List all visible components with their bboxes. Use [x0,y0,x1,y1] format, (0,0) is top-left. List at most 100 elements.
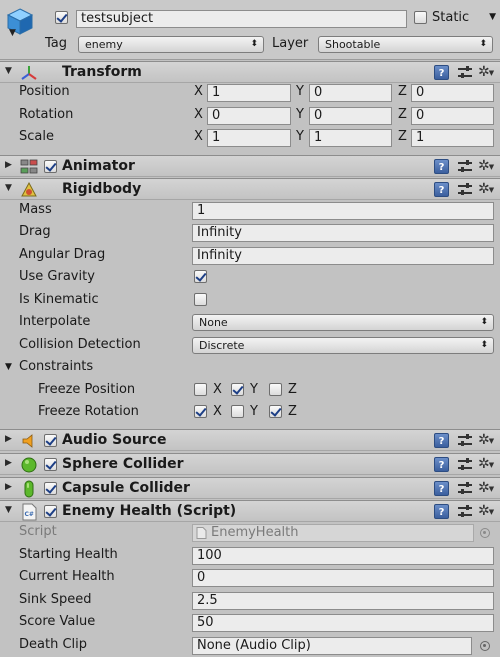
use-gravity-checkbox[interactable] [194,270,207,283]
transform-header[interactable]: ▼ Transform ? ✲▼ [0,61,500,83]
preset-sliders-icon[interactable] [458,182,472,197]
starting-health-field[interactable]: 100 [192,547,494,565]
position-y-field[interactable]: 0 [309,84,392,102]
axis-x-label: X [194,107,203,122]
freeze-position-label: Freeze Position [38,382,136,397]
object-picker-icon[interactable] [480,641,490,651]
freeze-position-x-checkbox[interactable] [194,383,207,396]
axis-x-label: X [213,382,222,397]
gear-icon[interactable]: ✲▼ [478,180,495,200]
layer-label: Layer [272,36,309,51]
transform-axes-icon [21,66,37,80]
foldout-closed-icon[interactable]: ▶ [5,482,12,492]
axis-x-label: X [194,84,203,99]
gear-icon[interactable]: ✲▼ [478,502,495,522]
help-book-icon[interactable]: ? [434,182,449,197]
enemy-health-enabled-checkbox[interactable] [44,505,57,518]
is-kinematic-checkbox[interactable] [194,293,207,306]
preset-sliders-icon[interactable] [458,457,472,472]
foldout-open-icon[interactable]: ▼ [5,505,12,515]
gear-icon[interactable]: ✲▼ [478,455,495,475]
capsule-collider-enabled-checkbox[interactable] [44,482,57,495]
active-checkbox[interactable] [55,11,68,24]
gear-icon[interactable]: ✲▼ [478,479,495,499]
sphere-collider-enabled-checkbox[interactable] [44,458,57,471]
audio-source-enabled-checkbox[interactable] [44,434,57,447]
foldout-open-icon[interactable]: ▼ [5,183,12,193]
object-picker-icon [480,528,490,538]
freeze-position-y-checkbox[interactable] [231,383,244,396]
sphere-collider-header[interactable]: ▶ Sphere Collider ? ✲▼ [0,453,500,475]
help-book-icon[interactable]: ? [434,65,449,80]
foldout-closed-icon[interactable]: ▶ [5,458,12,468]
sphere-collider-icon [21,457,37,473]
component-title: Transform [62,64,142,80]
help-book-icon[interactable]: ? [434,433,449,448]
interpolate-label: Interpolate [19,314,91,329]
score-value-label: Score Value [19,614,96,629]
static-dropdown[interactable]: ▼ [482,10,498,27]
help-book-icon[interactable]: ? [434,481,449,496]
component-title: Capsule Collider [62,480,190,496]
preset-sliders-icon[interactable] [458,433,472,448]
animator-header[interactable]: ▶ Animator ? ✲▼ [0,155,500,177]
gear-icon[interactable]: ✲▼ [478,157,495,177]
collision-detection-value: Discrete [199,339,245,352]
audio-source-header[interactable]: ▶ Audio Source ? ✲▼ [0,429,500,451]
help-book-icon[interactable]: ? [434,457,449,472]
collision-detection-dropdown[interactable]: Discrete ⬍ [192,337,494,354]
tag-label: Tag [45,36,68,51]
object-header: ▼ testsubject Static ▼ Tag enemy ⬍ Layer … [0,0,500,60]
gear-icon[interactable]: ✲▼ [478,431,495,451]
rotation-x-field[interactable]: 0 [207,107,291,125]
tag-dropdown[interactable]: enemy ⬍ [78,36,264,53]
preset-sliders-icon[interactable] [458,65,472,80]
scale-y-field[interactable]: 1 [309,129,392,147]
sink-speed-field[interactable]: 2.5 [192,592,494,610]
drag-label: Drag [19,224,51,239]
animator-enabled-checkbox[interactable] [44,160,57,173]
freeze-position-z-checkbox[interactable] [269,383,282,396]
help-book-icon[interactable]: ? [434,504,449,519]
layer-dropdown[interactable]: Shootable ⬍ [318,36,493,53]
preset-sliders-icon[interactable] [458,481,472,496]
drag-field[interactable]: Infinity [192,224,494,242]
score-value-field[interactable]: 50 [192,614,494,632]
capsule-collider-header[interactable]: ▶ Capsule Collider ? ✲▼ [0,477,500,499]
axis-x-label: X [213,404,222,419]
static-label: Static [432,10,470,25]
mass-field[interactable]: 1 [192,202,494,220]
gear-icon[interactable]: ✲▼ [478,63,495,83]
rotation-y-field[interactable]: 0 [309,107,392,125]
help-book-icon[interactable]: ? [434,159,449,174]
sink-speed-label: Sink Speed [19,592,92,607]
foldout-closed-icon[interactable]: ▶ [5,434,12,444]
enemy-health-header[interactable]: ▼ C# Enemy Health (Script) ? ✲▼ [0,500,500,522]
icon-dropdown-arrow-icon[interactable]: ▼ [9,28,16,38]
rigidbody-header[interactable]: ▼ Rigidbody ? ✲▼ [0,178,500,200]
position-z-field[interactable]: 0 [411,84,494,102]
angular-drag-field[interactable]: Infinity [192,247,494,265]
preset-sliders-icon[interactable] [458,159,472,174]
preset-sliders-icon[interactable] [458,504,472,519]
scale-z-field[interactable]: 1 [411,129,494,147]
position-x-field[interactable]: 1 [207,84,291,102]
freeze-rotation-label: Freeze Rotation [38,404,139,419]
foldout-closed-icon[interactable]: ▶ [5,160,12,170]
capsule-collider-icon [24,480,34,498]
rotation-z-field[interactable]: 0 [411,107,494,125]
death-clip-field[interactable]: None (Audio Clip) [192,637,472,655]
freeze-rotation-x-checkbox[interactable] [194,405,207,418]
freeze-rotation-y-checkbox[interactable] [231,405,244,418]
angular-drag-label: Angular Drag [19,247,106,262]
freeze-rotation-z-checkbox[interactable] [269,405,282,418]
foldout-open-icon[interactable]: ▼ [5,66,12,76]
scale-x-field[interactable]: 1 [207,129,291,147]
starting-health-label: Starting Health [19,547,118,562]
component-title: Enemy Health (Script) [62,503,237,519]
interpolate-dropdown[interactable]: None ⬍ [192,314,494,331]
current-health-field[interactable]: 0 [192,569,494,587]
constraints-foldout-icon[interactable]: ▼ [5,358,12,376]
static-checkbox[interactable] [414,11,427,24]
object-name-field[interactable]: testsubject [76,10,407,28]
